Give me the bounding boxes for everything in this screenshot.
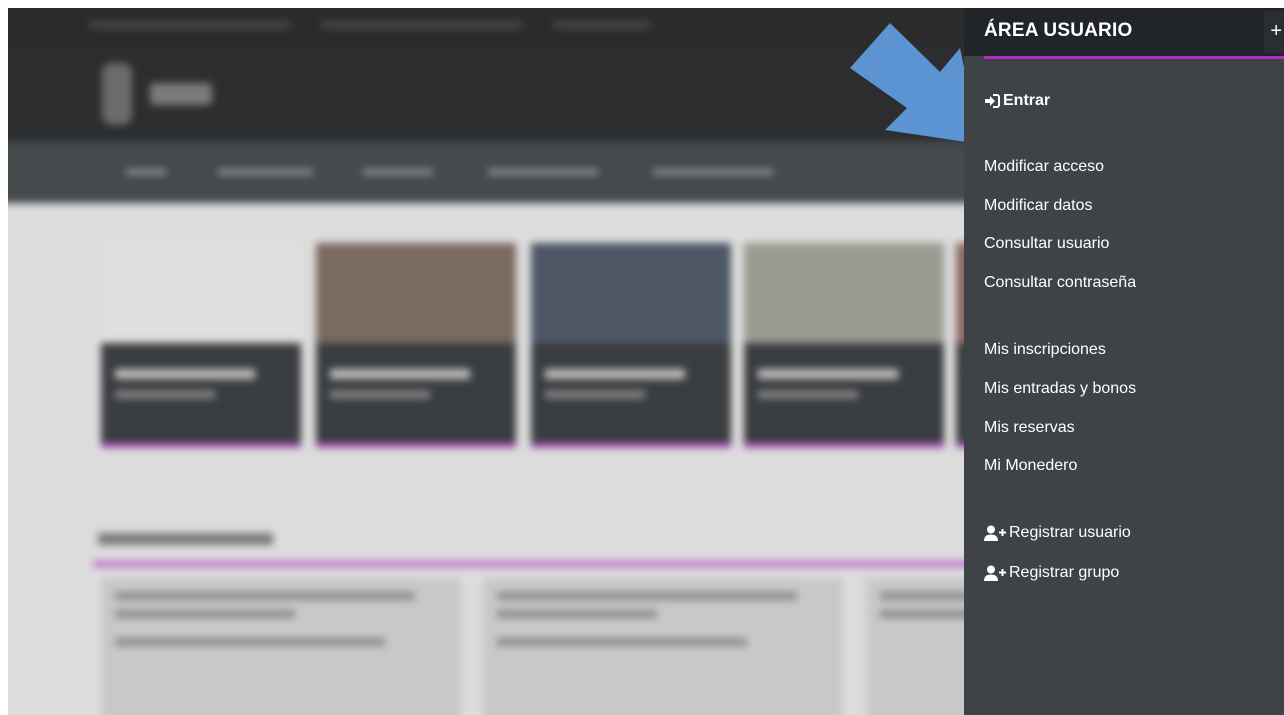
user-plus-icon: [984, 565, 1006, 581]
site-card: [531, 243, 731, 448]
menu-item-consultar-contrasena[interactable]: Consultar contraseña: [984, 273, 1136, 293]
login-label: Entrar: [1003, 92, 1051, 109]
menu-item-label: Modificar datos: [984, 197, 1093, 214]
site-card: [101, 243, 301, 448]
site-nav: [8, 141, 964, 203]
site-card: [956, 243, 964, 448]
panel-close-button[interactable]: +: [1264, 11, 1284, 53]
panel-accent-rule: [984, 56, 1284, 59]
blurred-background-site: [8, 8, 964, 715]
menu-item-label: Consultar contraseña: [984, 274, 1137, 291]
site-news-title: [98, 533, 273, 545]
menu-item-label: Mis entradas y bonos: [984, 380, 1137, 397]
menu-item-mis-entradas-bonos[interactable]: Mis entradas y bonos: [984, 379, 1136, 399]
menu-item-label: Modificar acceso: [984, 158, 1105, 175]
menu-item-label: Consultar usuario: [984, 235, 1110, 252]
menu-item-label: Mis inscripciones: [984, 341, 1106, 358]
site-news-card: [866, 578, 964, 715]
menu-item-modificar-acceso[interactable]: Modificar acceso: [984, 157, 1104, 177]
panel-title: ÁREA USUARIO: [984, 20, 1133, 41]
sign-in-icon: [985, 94, 1000, 108]
site-news-card: [101, 578, 461, 715]
menu-item-registrar-grupo[interactable]: Registrar grupo: [984, 563, 1119, 583]
site-topbar: [8, 8, 964, 43]
site-news-card: [483, 578, 843, 715]
menu-item-registrar-usuario[interactable]: Registrar usuario: [984, 523, 1131, 543]
menu-item-mis-inscripciones[interactable]: Mis inscripciones: [984, 340, 1106, 360]
site-logo-seal: [102, 63, 132, 125]
menu-item-mi-monedero[interactable]: Mi Monedero: [984, 456, 1077, 476]
menu-item-label: Registrar grupo: [1009, 564, 1120, 581]
site-logo-text: [150, 83, 212, 105]
site-news-rule: [93, 561, 964, 567]
user-plus-icon: [984, 525, 1006, 541]
menu-item-consultar-usuario[interactable]: Consultar usuario: [984, 234, 1109, 254]
site-logo-area: [8, 43, 964, 141]
menu-item-modificar-datos[interactable]: Modificar datos: [984, 196, 1093, 216]
site-content: [8, 203, 964, 715]
user-area-panel: ÁREA USUARIO + Entrar Modificar acceso M…: [964, 8, 1284, 715]
menu-item-label: Mis reservas: [984, 419, 1075, 436]
site-card: [744, 243, 944, 448]
site-card: [316, 243, 516, 448]
menu-item-label: Mi Monedero: [984, 457, 1078, 474]
panel-header: ÁREA USUARIO +: [964, 8, 1284, 56]
login-link[interactable]: Entrar: [984, 91, 1050, 111]
menu-item-mis-reservas[interactable]: Mis reservas: [984, 418, 1075, 438]
menu-item-label: Registrar usuario: [1009, 524, 1131, 541]
